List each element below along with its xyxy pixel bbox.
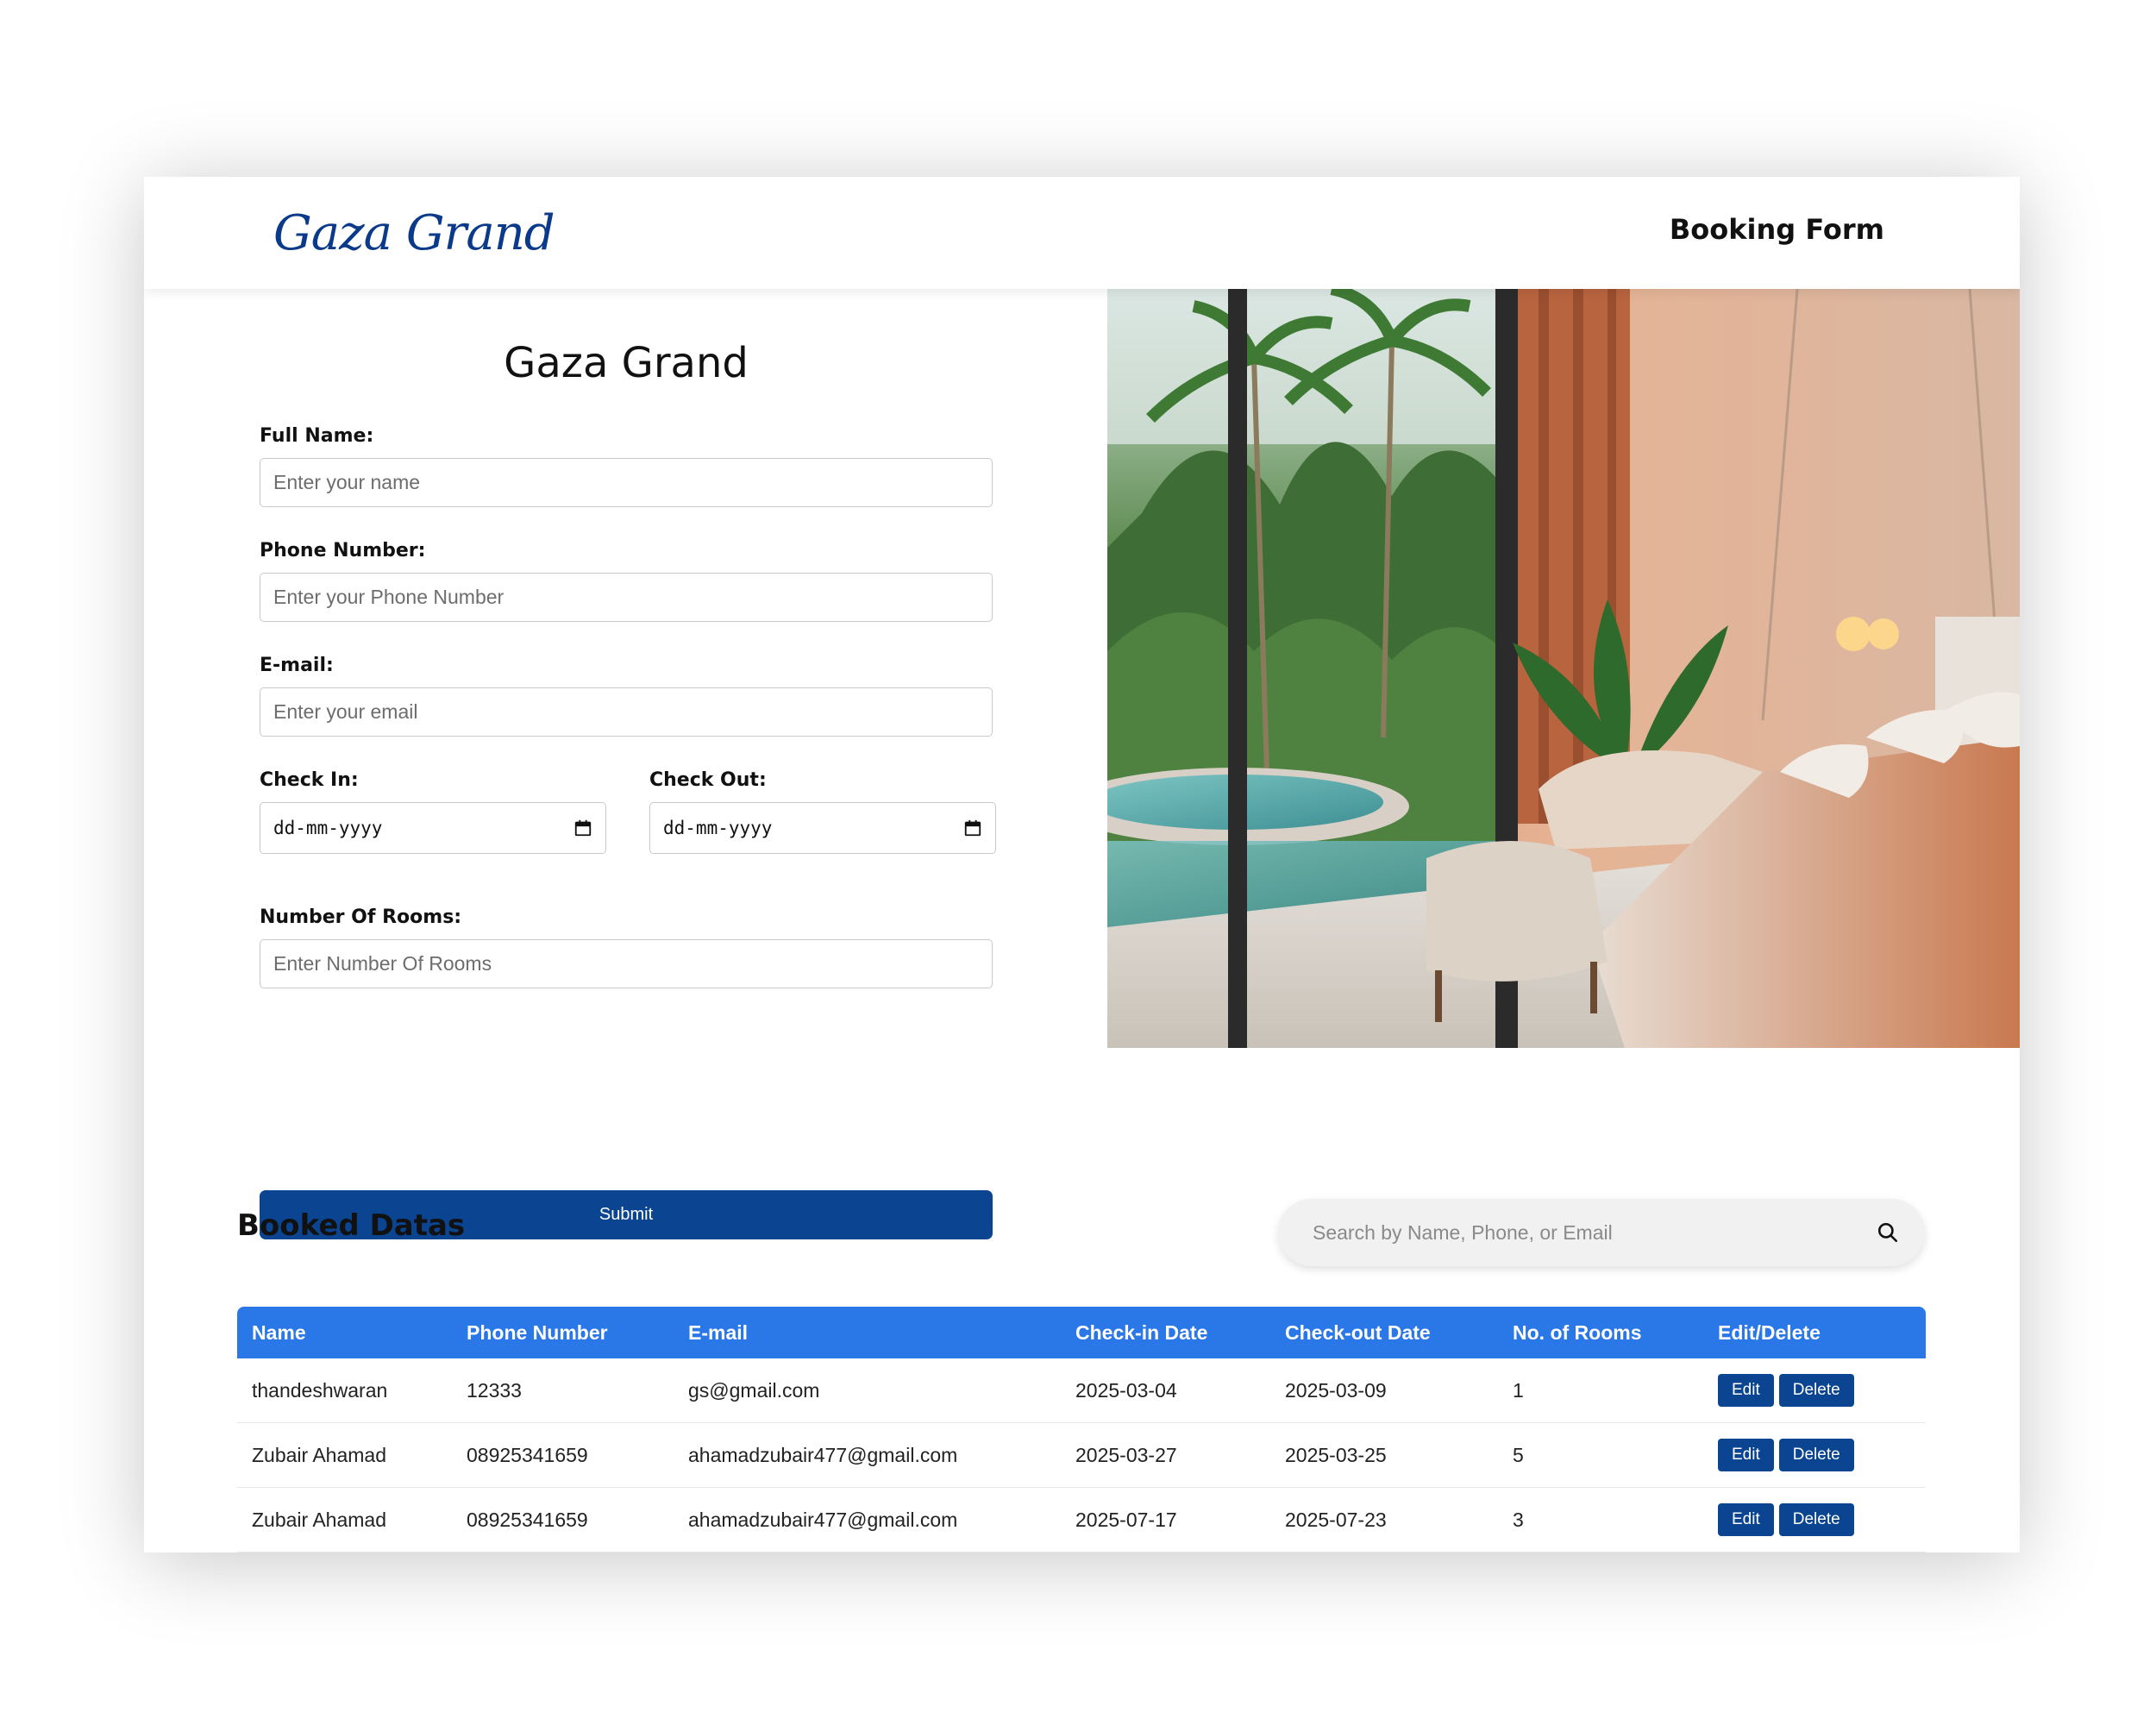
check-in-label: Check In:: [260, 769, 359, 791]
col-check-out: Check-out Date: [1270, 1307, 1498, 1358]
phone-label: Phone Number:: [260, 540, 426, 561]
check-in-date-text: dd-mm-yyyy: [273, 818, 383, 838]
search-icon[interactable]: [1877, 1221, 1899, 1244]
cell-actions: Edit Delete: [1703, 1422, 1926, 1488]
edit-button[interactable]: Edit: [1718, 1439, 1774, 1471]
hotel-room-image: [1107, 289, 2020, 1048]
cell-name: thandeshwaran: [237, 1358, 452, 1423]
booked-table: Name Phone Number E-mail Check-in Date C…: [237, 1307, 1926, 1552]
table-header-row: Name Phone Number E-mail Check-in Date C…: [237, 1307, 1926, 1358]
site-header: Gaza Grand Booking Form: [144, 177, 2020, 289]
cell-check-in: 2025-03-27: [1061, 1422, 1270, 1488]
cell-check-in: 2025-03-04: [1061, 1358, 1270, 1423]
col-phone: Phone Number: [452, 1307, 674, 1358]
cell-actions: Edit Delete: [1703, 1358, 1926, 1423]
col-name: Name: [237, 1307, 452, 1358]
check-out-date-text: dd-mm-yyyy: [663, 818, 773, 838]
cell-check-out: 2025-03-09: [1270, 1358, 1498, 1423]
calendar-icon[interactable]: [573, 819, 592, 837]
cell-rooms: 3: [1498, 1487, 1703, 1552]
cell-email: gs@gmail.com: [674, 1358, 1061, 1423]
cell-phone: 12333: [452, 1358, 674, 1423]
edit-button[interactable]: Edit: [1718, 1503, 1774, 1536]
cell-name: Zubair Ahamad: [237, 1487, 452, 1552]
nav-booking-form[interactable]: Booking Form: [1670, 213, 1884, 246]
cell-email: ahamadzubair477@gmail.com: [674, 1487, 1061, 1552]
cell-phone: 08925341659: [452, 1422, 674, 1488]
table-row: Zubair Ahamad 08925341659 ahamadzubair47…: [237, 1487, 1926, 1552]
logo[interactable]: Gaza Grand: [273, 194, 555, 272]
edit-button[interactable]: Edit: [1718, 1374, 1774, 1407]
cell-check-out: 2025-07-23: [1270, 1487, 1498, 1552]
col-check-in: Check-in Date: [1061, 1307, 1270, 1358]
delete-button[interactable]: Delete: [1778, 1439, 1854, 1471]
phone-input[interactable]: [260, 573, 993, 622]
full-name-label: Full Name:: [260, 425, 374, 447]
cell-name: Zubair Ahamad: [237, 1422, 452, 1488]
table-row: Zubair Ahamad 08925341659 ahamadzubair47…: [237, 1422, 1926, 1488]
email-label: E-mail:: [260, 655, 334, 676]
check-in-date-input[interactable]: dd-mm-yyyy: [260, 802, 606, 854]
col-email: E-mail: [674, 1307, 1061, 1358]
col-rooms: No. of Rooms: [1498, 1307, 1703, 1358]
app-window: Gaza Grand Booking Form Gaza Grand Full …: [144, 177, 2020, 1552]
table-row: thandeshwaran 12333 gs@gmail.com 2025-03…: [237, 1358, 1926, 1423]
search-bar: [1278, 1199, 1925, 1266]
check-out-date-input[interactable]: dd-mm-yyyy: [649, 802, 996, 854]
cell-phone: 08925341659: [452, 1487, 674, 1552]
full-name-input[interactable]: [260, 458, 993, 507]
cell-rooms: 1: [1498, 1358, 1703, 1423]
form-title: Gaza Grand: [504, 339, 749, 387]
delete-button[interactable]: Delete: [1778, 1503, 1854, 1536]
cell-rooms: 5: [1498, 1422, 1703, 1488]
cell-actions: Edit Delete: [1703, 1487, 1926, 1552]
cell-check-out: 2025-03-25: [1270, 1422, 1498, 1488]
cell-check-in: 2025-07-17: [1061, 1487, 1270, 1552]
delete-button[interactable]: Delete: [1778, 1374, 1854, 1407]
rooms-label: Number Of Rooms:: [260, 906, 462, 928]
rooms-input[interactable]: [260, 939, 993, 988]
email-input[interactable]: [260, 687, 993, 737]
booked-datas-title: Booked Datas: [237, 1208, 466, 1243]
col-edit-delete: Edit/Delete: [1703, 1307, 1926, 1358]
check-out-label: Check Out:: [649, 769, 767, 791]
bedroom-illustration: [1107, 289, 2020, 1048]
calendar-icon[interactable]: [963, 819, 982, 837]
cell-email: ahamadzubair477@gmail.com: [674, 1422, 1061, 1488]
search-input[interactable]: [1311, 1220, 1877, 1245]
